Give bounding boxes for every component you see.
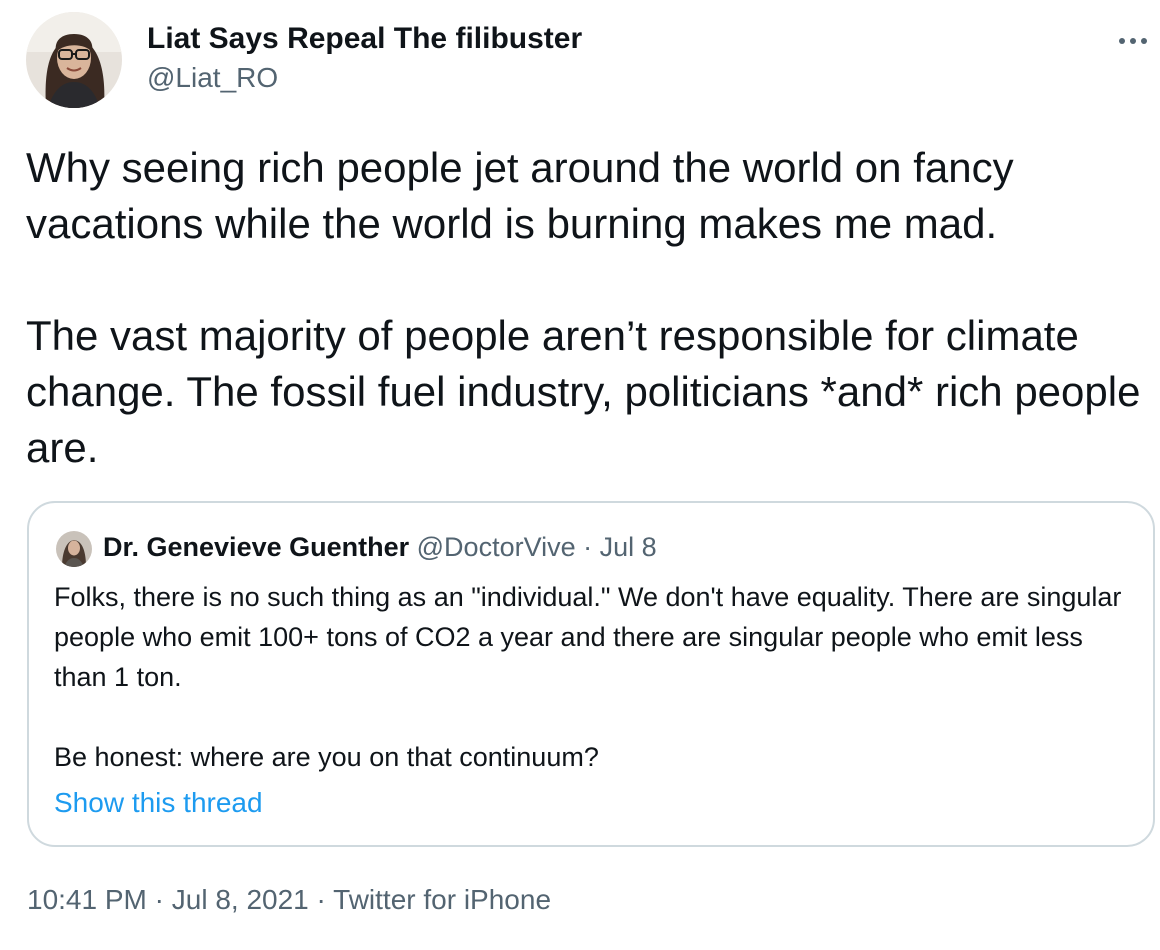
quoted-author-avatar[interactable] [56,531,92,567]
author-avatar[interactable] [26,12,122,108]
quoted-tweet-paragraph: Folks, there is no such thing as an "ind… [54,582,1122,692]
author-handle[interactable]: @Liat_RO [147,62,278,94]
quoted-tweet-header: Dr. Genevieve Guenther @DoctorVive · Jul… [103,532,657,563]
separator-dot: · [154,884,164,915]
more-options-button[interactable] [1110,18,1156,64]
tweet-metadata: 10:41 PM · Jul 8, 2021 · Twitter for iPh… [27,884,551,916]
quoted-tweet-date[interactable]: Jul 8 [600,532,657,562]
tweet-source[interactable]: Twitter for iPhone [333,884,551,915]
quoted-author-name[interactable]: Dr. Genevieve Guenther [103,532,409,562]
tweet-text: Why seeing rich people jet around the wo… [26,140,1151,476]
separator-dot: · [583,532,593,562]
author-name[interactable]: Liat Says Repeal The filibuster [147,22,582,56]
tweet-date[interactable]: Jul 8, 2021 [172,884,309,915]
tweet-paragraph: The vast majority of people aren’t respo… [26,312,1153,471]
quoted-tweet-paragraph: Be honest: where are you on that continu… [54,742,599,772]
quoted-author-handle[interactable]: @DoctorVive [417,532,576,562]
tweet-paragraph: Why seeing rich people jet around the wo… [26,144,1026,247]
separator-dot: · [316,884,326,915]
quoted-tweet-text: Folks, there is no such thing as an "ind… [54,577,1134,777]
tweet: Liat Says Repeal The filibuster @Liat_RO… [0,0,1160,950]
show-thread-link[interactable]: Show this thread [54,787,263,819]
quoted-tweet-card[interactable]: Dr. Genevieve Guenther @DoctorVive · Jul… [27,501,1155,847]
tweet-time[interactable]: 10:41 PM [27,884,147,915]
more-horizontal-icon [1118,37,1148,45]
